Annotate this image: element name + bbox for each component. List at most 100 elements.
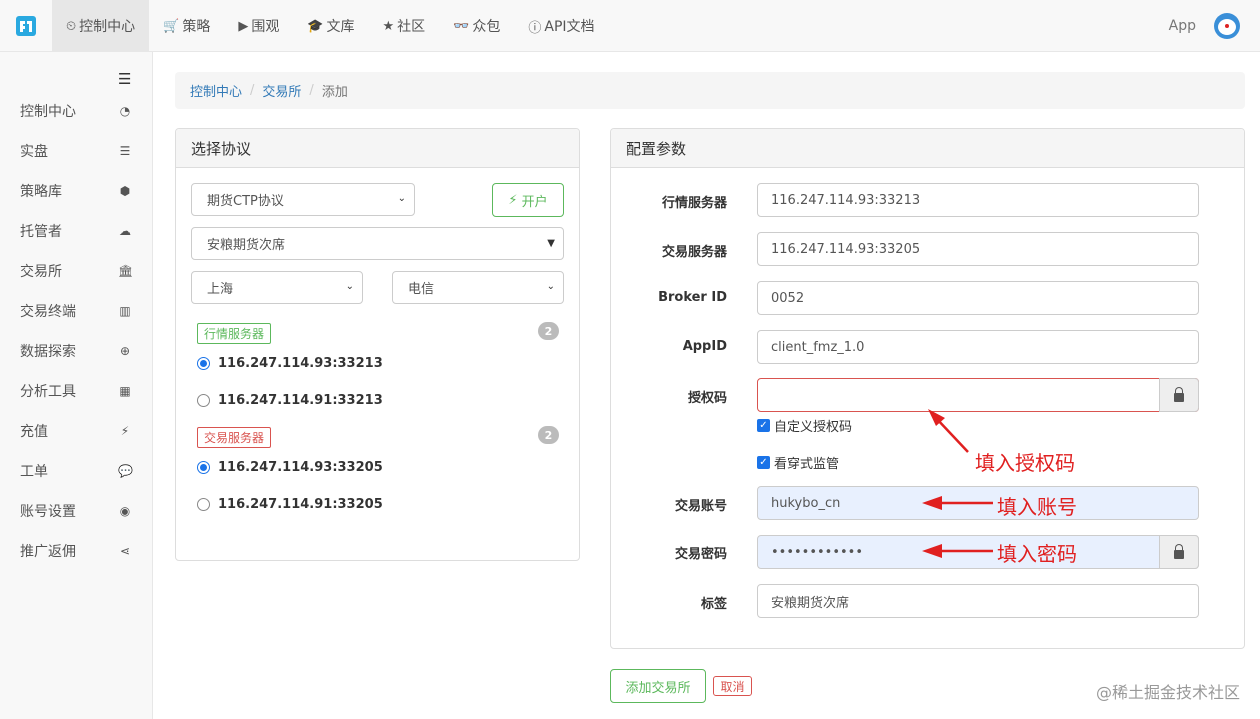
- open-account-button[interactable]: ⚡ 开户: [492, 183, 564, 217]
- sidebar-item-exchange[interactable]: 交易所 🏛: [0, 251, 152, 291]
- market-server-address: 116.247.114.91:33213: [218, 393, 383, 408]
- trade-server-option[interactable]: 116.247.114.93:33205: [197, 460, 383, 475]
- radio-unselected[interactable]: [197, 394, 210, 407]
- sidebar-item-live[interactable]: 实盘 ☰: [0, 131, 152, 171]
- nav-watch[interactable]: ▶ 围观: [224, 0, 293, 52]
- nav-library[interactable]: 🎓 文库: [293, 0, 368, 52]
- graduation-icon: 🎓: [307, 18, 324, 34]
- sidebar-item-trading-terminal[interactable]: 交易终端 ▥: [0, 291, 152, 331]
- bolt-icon: ⚡: [508, 192, 518, 208]
- sidebar-item-label: 交易终端: [20, 304, 76, 320]
- nav-right: App: [1169, 0, 1240, 52]
- add-exchange-button[interactable]: 添加交易所: [610, 669, 706, 703]
- nav-community[interactable]: ★ 社区: [369, 0, 440, 52]
- top-navbar: ⏲ 控制中心 🛒 策略 ▶ 围观 🎓 文库 ★ 社区 👓 众包 ⓘ API文档 App: [0, 0, 1260, 52]
- bar-chart-icon: ▥: [119, 304, 131, 318]
- city-select[interactable]: 上海 ⌄: [191, 271, 363, 304]
- protocol-select-value: 期货CTP协议: [207, 194, 284, 209]
- protocol-panel-title: 选择协议: [176, 129, 579, 168]
- server-icon: ☰: [119, 144, 131, 158]
- sidebar-item-label: 托管者: [20, 224, 62, 240]
- nav-label: API文档: [544, 19, 595, 35]
- share-icon: ⋖: [119, 544, 131, 558]
- market-server-option[interactable]: 116.247.114.93:33213: [197, 356, 383, 371]
- breadcrumb-separator: /: [309, 83, 314, 98]
- trade-server-count-badge: 2: [538, 426, 559, 444]
- carrier-select[interactable]: 电信 ⌄: [392, 271, 564, 304]
- sidebar-item-docker[interactable]: 托管者 ☁: [0, 211, 152, 251]
- avatar[interactable]: [1214, 13, 1240, 39]
- sidebar-item-label: 策略库: [20, 184, 62, 200]
- nav-label: 社区: [397, 19, 426, 35]
- tag-input[interactable]: 安粮期货次席: [757, 584, 1199, 618]
- caret-down-icon: ▼: [547, 238, 555, 249]
- protocol-select[interactable]: 期货CTP协议 ⌄: [191, 183, 415, 216]
- app-link[interactable]: App: [1169, 18, 1196, 34]
- fmz-logo-icon[interactable]: [0, 0, 52, 52]
- sidebar-item-tickets[interactable]: 工单 💬: [0, 451, 152, 491]
- comment-icon: 💬: [118, 464, 133, 478]
- nav-strategy[interactable]: 🛒 策略: [149, 0, 224, 52]
- top-nav-items: ⏲ 控制中心 🛒 策略 ▶ 围观 🎓 文库 ★ 社区 👓 众包 ⓘ API文档: [52, 0, 609, 52]
- broker-id-input-value: 0052: [771, 290, 805, 306]
- account-input[interactable]: hukybo_cn: [757, 486, 1199, 520]
- config-panel: 配置参数 行情服务器 116.247.114.93:33213 交易服务器 11…: [610, 128, 1245, 649]
- glasses-icon: 👓: [453, 18, 470, 34]
- breadcrumb-exchange[interactable]: 交易所: [262, 81, 301, 100]
- password-input[interactable]: ••••••••••••: [757, 535, 1199, 569]
- annotation-auth-code: 填入授权码: [975, 451, 1075, 475]
- appid-input[interactable]: client_fmz_1.0: [757, 330, 1199, 364]
- sidebar-item-strategy-library[interactable]: 策略库 ⬢: [0, 171, 152, 211]
- sidebar-item-label: 充值: [20, 424, 48, 440]
- breadcrumb-home[interactable]: 控制中心: [190, 81, 242, 100]
- password-label: 交易密码: [674, 547, 727, 562]
- breadcrumb-current: 添加: [321, 85, 348, 100]
- checkbox-checked-icon[interactable]: ✓: [757, 419, 770, 432]
- checkbox-checked-icon[interactable]: ✓: [757, 456, 770, 469]
- custom-auth-checkbox[interactable]: ✓ 自定义授权码: [757, 416, 852, 435]
- nav-label: 众包: [472, 19, 501, 35]
- penetration-checkbox[interactable]: ✓ 看穿式监管: [757, 453, 839, 472]
- trade-server-address: 116.247.114.91:33205: [218, 497, 383, 512]
- sidebar-item-analysis-tools[interactable]: 分析工具 ▦: [0, 371, 152, 411]
- tachometer-icon: ◔: [119, 104, 131, 118]
- hamburger-menu-icon[interactable]: ☰: [118, 70, 131, 88]
- sidebar-item-account-settings[interactable]: 账号设置 ◉: [0, 491, 152, 531]
- market-server-input[interactable]: 116.247.114.93:33213: [757, 183, 1199, 217]
- password-lock-addon[interactable]: [1159, 535, 1199, 569]
- watermark: @稀土掘金技术社区: [1095, 683, 1240, 702]
- sidebar: ☰ 控制中心 ◔ 实盘 ☰ 策略库 ⬢ 托管者 ☁ 交易所 🏛 交易终端 ▥ 数据探索 ⊕ 分…: [0, 52, 153, 719]
- sidebar-item-control-center[interactable]: 控制中心 ◔: [0, 91, 152, 131]
- sidebar-item-recharge[interactable]: 充值 ⚡: [0, 411, 152, 451]
- market-server-count-badge: 2: [538, 322, 559, 340]
- radio-selected[interactable]: [197, 461, 210, 474]
- nav-label: 文库: [326, 19, 355, 35]
- protocol-panel: 选择协议 期货CTP协议 ⌄ ⚡ 开户 安粮期货次席 ▼ 上海 ⌄ 电信 ⌄ 行情服务器 …: [175, 128, 580, 561]
- appid-input-value: client_fmz_1.0: [771, 339, 865, 355]
- password-input-value: ••••••••••••: [771, 544, 864, 560]
- broker-id-input[interactable]: 0052: [757, 281, 1199, 315]
- cancel-button[interactable]: 取消: [713, 676, 752, 696]
- trade-server-input[interactable]: 116.247.114.93:33205: [757, 232, 1199, 266]
- dashboard-icon: ⏲: [66, 18, 77, 34]
- sidebar-item-referral[interactable]: 推广返佣 ⋖: [0, 531, 152, 571]
- auth-code-input[interactable]: [757, 378, 1199, 412]
- trade-server-address: 116.247.114.93:33205: [218, 460, 383, 475]
- radio-selected[interactable]: [197, 357, 210, 370]
- cart-icon: 🛒: [163, 18, 180, 34]
- sidebar-item-data-explore[interactable]: 数据探索 ⊕: [0, 331, 152, 371]
- broker-select[interactable]: 安粮期货次席 ▼: [191, 227, 564, 260]
- config-panel-title: 配置参数: [611, 129, 1244, 168]
- nav-label: 围观: [251, 19, 280, 35]
- auth-code-lock-addon[interactable]: [1159, 378, 1199, 412]
- trade-server-option[interactable]: 116.247.114.91:33205: [197, 497, 383, 512]
- market-server-tag: 行情服务器: [197, 323, 272, 344]
- broker-select-value: 安粮期货次席: [207, 238, 286, 253]
- radio-unselected[interactable]: [197, 498, 210, 511]
- market-server-option[interactable]: 116.247.114.91:33213: [197, 393, 383, 408]
- nav-api-docs[interactable]: ⓘ API文档: [514, 0, 608, 52]
- nav-crowdsource[interactable]: 👓 众包: [439, 0, 514, 52]
- cloud-icon: ☁: [119, 224, 131, 238]
- chevron-down-icon: ⌄: [397, 193, 406, 204]
- nav-control-center[interactable]: ⏲ 控制中心: [52, 0, 150, 52]
